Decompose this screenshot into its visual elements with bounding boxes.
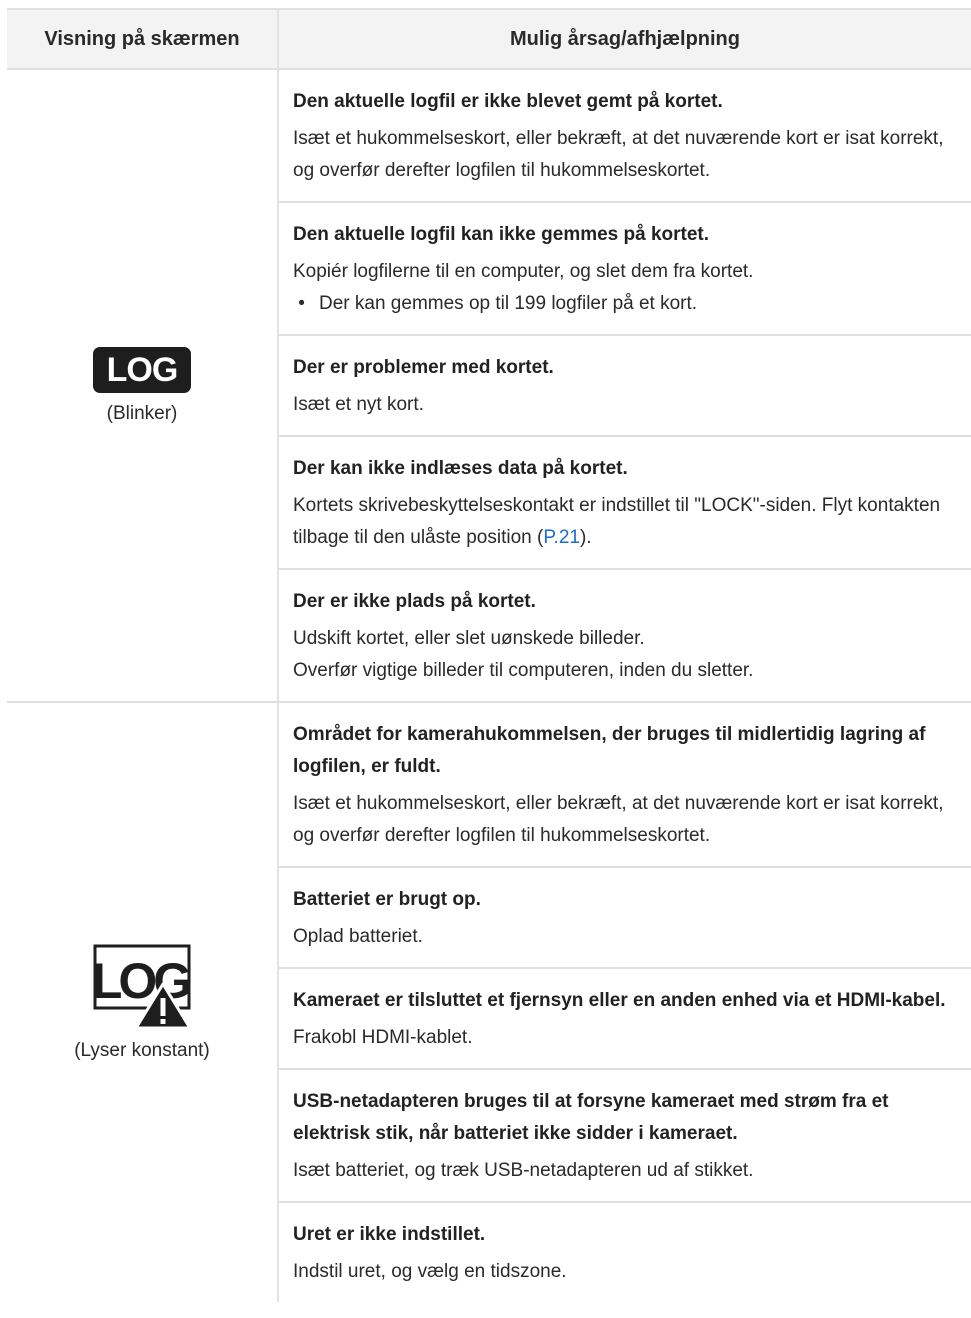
cause-remedy: Frakobl HDMI-kablet. <box>293 1027 473 1048</box>
log-warning-svg: LOG <box>92 944 193 1029</box>
cause-title: Den aktuelle logfil kan ikke gemmes på k… <box>293 224 710 245</box>
header-cause-column: Mulig årsag/afhjælpning <box>509 27 740 50</box>
cause-bullet: • Der kan gemmes op til 199 logfiler på e… <box>293 288 959 320</box>
cause-title: Området for kamerahukommelsen, der bruge… <box>293 724 926 777</box>
cause-title: Uret er ikke indstillet. <box>293 1224 486 1245</box>
header-display-column: Visning på skærmen <box>7 10 279 68</box>
table-header: Visning på skærmen Mulig årsag/afhjælpni… <box>7 8 971 70</box>
cause-remedy: Udskift kortet, eller slet uønskede bill… <box>293 623 959 687</box>
cause-title: Der kan ikke indlæses data på kortet. <box>293 458 628 479</box>
remedy-line-2: Overfør vigtige billeder til computeren,… <box>293 660 754 681</box>
troubleshooting-table: Visning på skærmen Mulig årsag/afhjælpni… <box>7 8 971 1302</box>
page-reference-link[interactable]: P.21 <box>543 527 580 548</box>
cause-row: Der kan ikke indlæses data på kortet. Ko… <box>279 437 971 570</box>
log-blinking-group: LOG (Blinker) Den aktuelle logfil er ikk… <box>7 70 971 703</box>
remedy-text: Kortets skrivebeskyttelseskontakt er ind… <box>293 495 941 548</box>
cause-title: Der er ikke plads på kortet. <box>293 591 536 612</box>
cause-row: Området for kamerahukommelsen, der bruge… <box>279 703 971 868</box>
cause-remedy: Isæt et hukommelseskort, eller bekræft, … <box>293 793 944 846</box>
causes-cell: Området for kamerahukommelsen, der bruge… <box>279 703 971 1302</box>
display-caption: (Lyser konstant) <box>74 1039 210 1061</box>
log-warning-icon: LOG <box>92 944 193 1030</box>
cause-remedy: Kopiér logfilerne til en computer, og sl… <box>293 261 754 282</box>
log-blinking-icon: LOG <box>92 346 192 393</box>
cause-title: Der er problemer med kortet. <box>293 357 554 378</box>
cause-row: Der er ikke plads på kortet. Udskift kor… <box>279 570 971 701</box>
cause-remedy: Isæt batteriet, og træk USB-netadapteren… <box>293 1160 754 1181</box>
cause-row: Den aktuelle logfil er ikke blevet gemt … <box>279 70 971 203</box>
cause-remedy: Oplad batteriet. <box>293 926 423 947</box>
bullet-icon: • <box>293 293 305 314</box>
cause-row: Der er problemer med kortet. Isæt et nyt… <box>279 336 971 437</box>
cause-remedy: Kortets skrivebeskyttelseskontakt er ind… <box>293 490 959 554</box>
cause-remedy: Isæt et hukommelseskort, eller bekræft, … <box>293 128 944 181</box>
display-cell: LOG (Lyser konstant) <box>7 703 279 1302</box>
cause-title: Batteriet er brugt op. <box>293 889 481 910</box>
display-caption: (Blinker) <box>106 402 178 424</box>
bullet-text: Der kan gemmes op til 199 logfiler på et… <box>319 293 698 314</box>
causes-cell: Den aktuelle logfil er ikke blevet gemt … <box>279 70 971 701</box>
cause-row: Kameraet er tilsluttet et fjernsyn eller… <box>279 969 971 1070</box>
cause-remedy: Indstil uret, og vælg en tidszone. <box>293 1261 567 1282</box>
display-cell: LOG (Blinker) <box>7 70 279 701</box>
cause-title: Kameraet er tilsluttet et fjernsyn eller… <box>293 990 946 1011</box>
log-warning-group: LOG (Lyser konstant) Området for kamerah… <box>7 703 971 1302</box>
cause-title: USB-netadapteren bruges til at forsyne k… <box>293 1091 889 1144</box>
cause-row: Batteriet er brugt op. Oplad batteriet. <box>279 868 971 969</box>
cause-remedy: Isæt et nyt kort. <box>293 394 424 415</box>
cause-row: USB-netadapteren bruges til at forsyne k… <box>279 1070 971 1203</box>
remedy-line-1: Udskift kortet, eller slet uønskede bill… <box>293 628 645 649</box>
cause-row: Uret er ikke indstillet. Indstil uret, o… <box>279 1203 971 1302</box>
cause-title: Den aktuelle logfil er ikke blevet gemt … <box>293 91 723 112</box>
cause-row: Den aktuelle logfil kan ikke gemmes på k… <box>279 203 971 336</box>
remedy-text-end: ). <box>579 527 592 548</box>
